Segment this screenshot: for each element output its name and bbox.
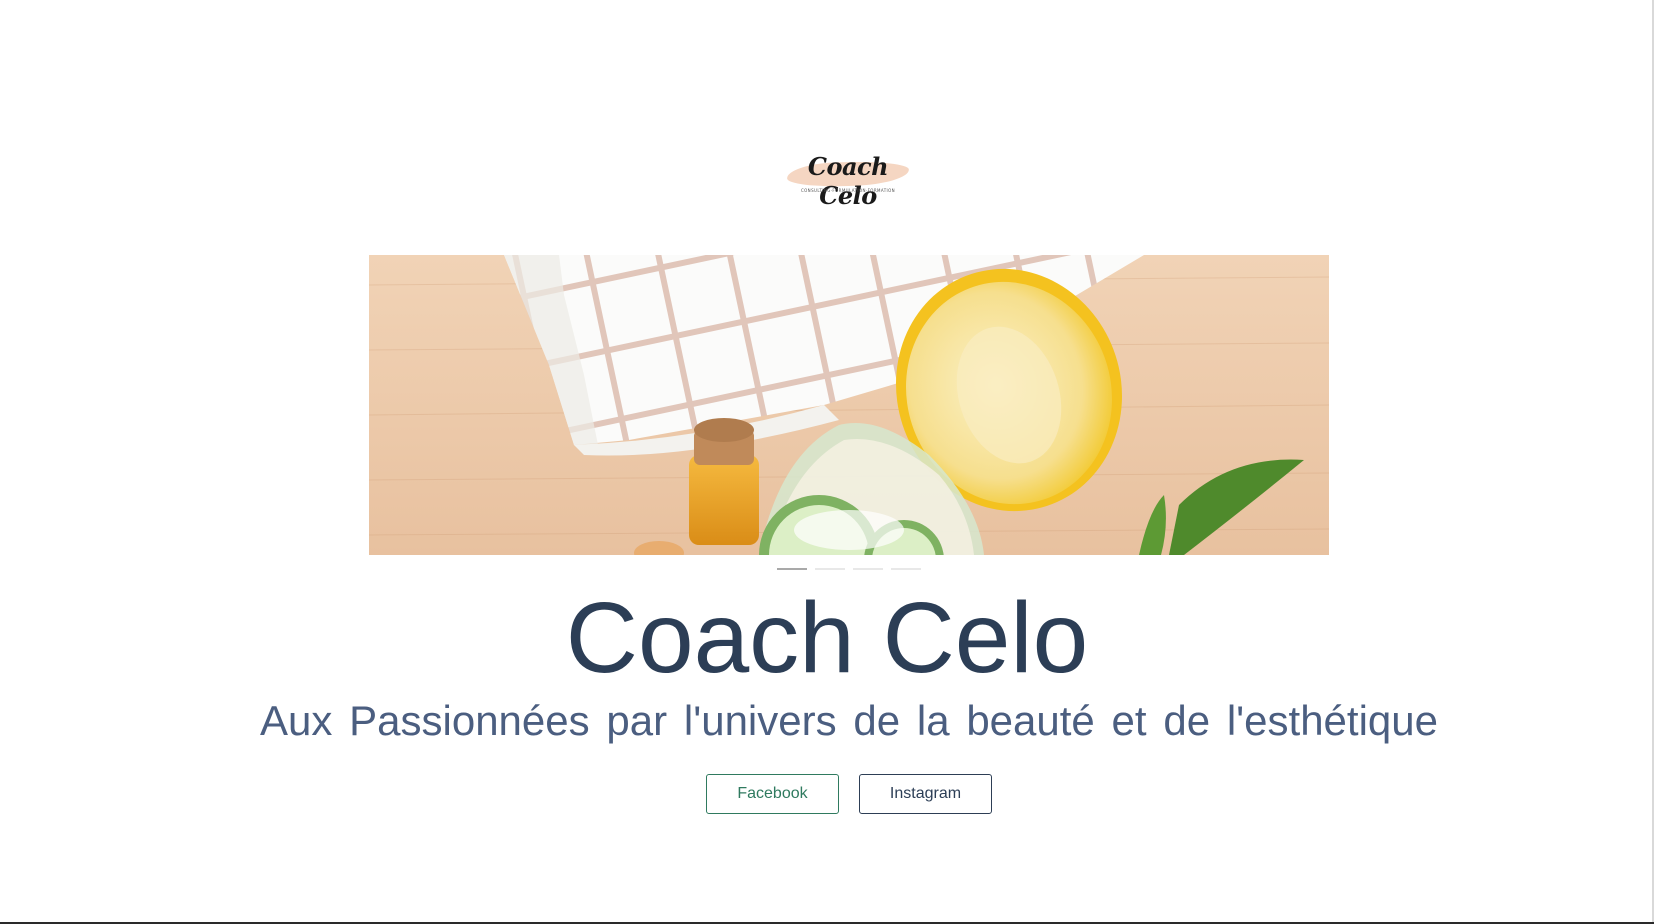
carousel-indicator-4[interactable] [891,568,921,570]
page-title: Coach Celo [565,582,1089,694]
carousel-indicator-3[interactable] [853,568,883,570]
instagram-button[interactable]: Instagram [859,774,992,814]
carousel-indicators [777,568,922,571]
page-subtitle: Aux Passionnées par l'univers de la beau… [260,697,1438,744]
logo-tagline: CONSULTING·FORMULATION·FORMATION [800,188,896,193]
carousel-indicator-2[interactable] [815,568,845,570]
brand-logo[interactable]: Coach Celo CONSULTING·FORMULATION·FORMAT… [783,150,913,210]
carousel-indicator-1[interactable] [777,568,807,570]
facebook-button[interactable]: Facebook [706,774,839,814]
landing-page: Coach Celo CONSULTING·FORMULATION·FORMAT… [0,0,1654,924]
logo-script-text: Coach Celo [807,152,889,210]
hero-carousel[interactable] [369,255,1329,555]
hero-image [369,255,1329,555]
